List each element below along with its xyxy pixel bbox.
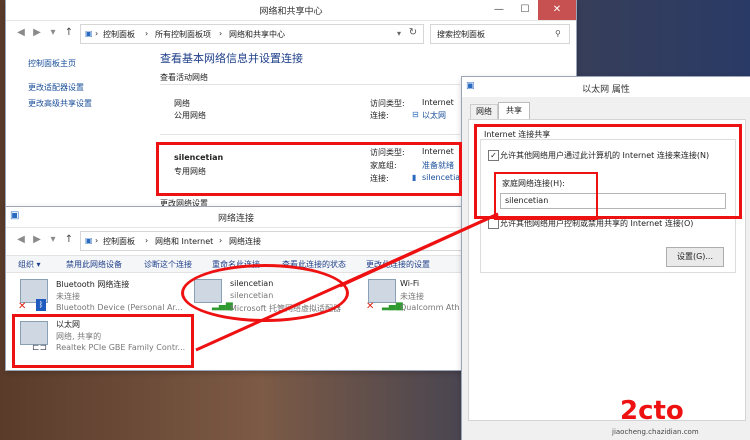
watermark-logo: 2cto — [620, 396, 684, 426]
annotation-arrows — [195, 212, 499, 352]
annotation-arrow-line — [339, 212, 499, 288]
watermark-text: jiaocheng.chazidian.com — [612, 428, 699, 436]
